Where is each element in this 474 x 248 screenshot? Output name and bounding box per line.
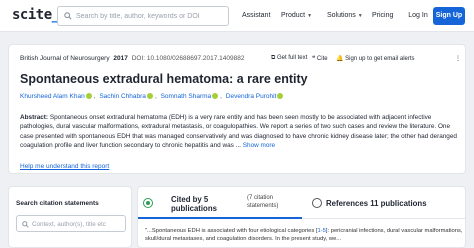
orcid-icon[interactable] <box>277 93 284 99</box>
scite-logo[interactable]: scite_ <box>12 7 60 23</box>
author-link[interactable]: Sachin Chhabra <box>99 93 146 100</box>
full-text-label: Get full text <box>276 55 308 61</box>
global-search-input[interactable] <box>76 9 226 23</box>
author-link[interactable]: Khursheed Alam Khan <box>20 93 85 100</box>
login-button[interactable]: Log In <box>404 7 432 25</box>
author-list: Khursheed Alam Khan, Sachin Chhabra, Som… <box>20 93 284 100</box>
nav-assistant[interactable]: Assistant <box>242 12 270 19</box>
journal-name[interactable]: British Journal of Neurosurgery <box>20 55 110 62</box>
publication-year: 2017 <box>113 55 128 62</box>
author-link[interactable]: Somnath Sharma <box>161 93 212 100</box>
paper-meta: British Journal of Neurosurgery 2017 DOI… <box>20 55 244 62</box>
abstract-label: Abstract: <box>20 114 49 121</box>
orcid-icon[interactable] <box>146 93 153 99</box>
chevron-down-icon: ▼ <box>357 13 363 19</box>
tab-references[interactable]: References 11 publications <box>302 187 465 219</box>
author-separator: , <box>220 93 222 100</box>
show-more-link[interactable]: Show more <box>243 142 275 149</box>
citation-search-label: Search citation statements <box>16 200 99 207</box>
orcid-icon[interactable] <box>212 93 219 99</box>
search-icon <box>64 12 72 20</box>
external-link-icon: ⧉ <box>271 55 276 61</box>
references-title: References 11 publications <box>326 199 427 208</box>
cited-by-icon <box>143 198 153 208</box>
paper-card: British Journal of Neurosurgery 2017 DOI… <box>8 44 466 174</box>
nav-pricing[interactable]: Pricing <box>372 12 393 19</box>
nav-solutions-label: Solutions <box>327 12 356 19</box>
tab-cited-by[interactable]: Cited by 5 publications (7 citation stat… <box>138 187 302 219</box>
more-options-icon[interactable]: ⋮ <box>455 55 461 62</box>
cited-by-title: Cited by 5 publications <box>171 195 217 213</box>
abstract-text: Spontaneous onset extradural hematoma (E… <box>20 114 457 149</box>
nav-product[interactable]: Product ▼ <box>281 12 312 19</box>
orcid-icon[interactable] <box>85 93 92 99</box>
nav-pricing-label: Pricing <box>372 12 394 19</box>
chevron-down-icon: ▼ <box>307 13 313 19</box>
logo-text: scite <box>12 7 52 23</box>
quote-icon: ❝ <box>312 56 316 62</box>
citations-panel: Cited by 5 publications (7 citation stat… <box>137 186 466 248</box>
citation-search-panel: Search citation statements <box>8 186 132 248</box>
help-understand-link[interactable]: Help me understand this report <box>20 163 109 170</box>
search-icon <box>22 221 29 228</box>
email-alerts-label: Sign up to get email alerts <box>345 56 415 62</box>
snippet-reference-link[interactable]: 1-5 <box>318 228 326 234</box>
abstract: Abstract: Spontaneous onset extradural h… <box>20 113 460 150</box>
signup-button[interactable]: Sign Up <box>433 7 465 25</box>
nav-product-label: Product <box>281 12 306 19</box>
nav-solutions[interactable]: Solutions ▼ <box>327 12 363 19</box>
snippet-text: "...Spontaneous EDH is associated with f… <box>145 228 318 234</box>
references-icon <box>312 198 322 208</box>
author-link[interactable]: Devendra Purohit <box>226 93 277 100</box>
citation-search-input[interactable] <box>32 218 124 230</box>
email-alerts-button[interactable]: 🔔 Sign up to get email alerts <box>336 55 415 62</box>
cite-label: Cite <box>316 56 328 62</box>
cite-button[interactable]: ❝ Cite <box>312 55 328 62</box>
citation-snippet: "...Spontaneous EDH is associated with f… <box>145 227 463 243</box>
author-separator: , <box>93 93 96 100</box>
doi-text[interactable]: DOI: 10.1080/02688697.2017.1409882 <box>132 55 245 62</box>
nav-assistant-label: Assistant <box>242 12 271 19</box>
citation-statements-count: (7 citation statements) <box>247 195 279 209</box>
full-text-link[interactable]: ⧉ Get full text <box>271 55 307 62</box>
author-separator: , <box>154 93 157 100</box>
citation-search-box[interactable] <box>16 215 126 232</box>
global-search-box[interactable] <box>57 6 229 26</box>
bell-icon: 🔔 <box>336 56 344 62</box>
top-header: scite_ Assistant Product▼ Solutions▼ Pri… <box>0 0 474 32</box>
paper-title: Spontaneous extradural hematoma: a rare … <box>20 72 308 86</box>
